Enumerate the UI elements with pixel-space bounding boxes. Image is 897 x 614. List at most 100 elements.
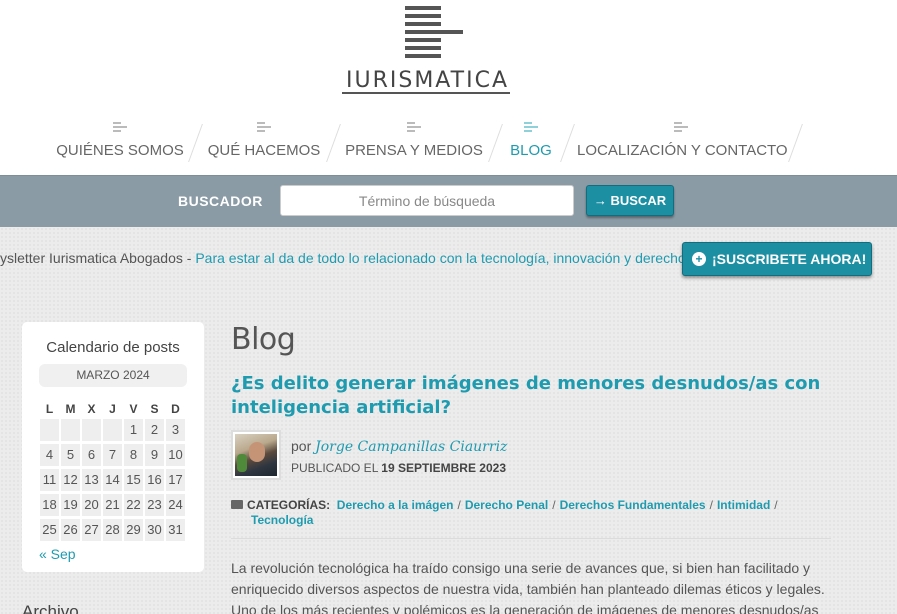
newsletter-link[interactable]: Para estar al da de todo lo relacionado … (195, 250, 685, 266)
category-link[interactable]: Derecho Penal (465, 498, 548, 512)
site-header: IURISMATICA QUIÉNES SOMOS QUÉ HACEMOS PR… (0, 0, 897, 175)
calendar-day (40, 419, 59, 441)
newsletter-text: ysletter Iurismatica Abogados - Para est… (0, 250, 686, 266)
calendar-weekday: D (171, 402, 180, 416)
calendar-day: 1 (124, 419, 143, 441)
subscribe-label: ¡SUSCRIBETE AHORA! (712, 251, 867, 267)
category-link[interactable]: Intimidad (717, 498, 770, 512)
calendar-day: 17 (166, 469, 185, 491)
calendar-day: 16 (145, 469, 164, 491)
author-link[interactable]: Jorge Campanillas Ciaurriz (315, 439, 507, 455)
published-date: 19 SEPTIEMBRE 2023 (381, 461, 506, 475)
category-separator: / (457, 498, 461, 512)
category-separator: / (774, 498, 778, 512)
search-label: BUSCADOR (178, 193, 263, 209)
menu-lines-icon (257, 122, 271, 134)
calendar-weekday: V (129, 402, 138, 416)
calendar-day (103, 419, 122, 441)
calendar-day: 9 (145, 444, 164, 466)
published-label: PUBLICADO EL (291, 461, 378, 475)
calendar-day: 8 (124, 444, 143, 466)
menu-lines-icon (407, 122, 421, 134)
subscribe-button[interactable]: + ¡SUSCRIBETE AHORA! (682, 242, 872, 276)
calendar-day: 28 (103, 519, 122, 541)
calendar-day: 15 (124, 469, 143, 491)
menu-lines-icon (674, 122, 688, 134)
logo-rule (342, 92, 510, 94)
calendar-day: 6 (82, 444, 101, 466)
page-title: Blog (231, 322, 296, 357)
calendar-day (82, 419, 101, 441)
post-byline: por Jorge Campanillas Ciaurriz (291, 438, 507, 455)
nav-label: QUIÉNES SOMOS (56, 142, 184, 159)
calendar-prev-link[interactable]: « Sep (39, 546, 76, 562)
calendar-day: 7 (103, 444, 122, 466)
calendar-day: 31 (166, 519, 185, 541)
calendar-weekday: S (150, 402, 159, 416)
nav-divider (326, 124, 341, 162)
menu-lines-icon (113, 122, 127, 134)
calendar-widget: Calendario de posts MARZO 2024 LMXJVSD12… (22, 322, 204, 572)
calendar-day: 4 (40, 444, 59, 466)
search-input[interactable] (280, 185, 574, 216)
archive-title: Archivo (22, 602, 79, 614)
calendar-day: 26 (61, 519, 80, 541)
calendar-day: 19 (61, 494, 80, 516)
calendar-day: 24 (166, 494, 185, 516)
search-band: BUSCADOR → BUSCAR (0, 175, 897, 227)
calendar-day: 18 (40, 494, 59, 516)
nav-label: PRENSA Y MEDIOS (345, 142, 483, 159)
post-categories: CATEGORÍAS: Derecho a la imágen / Derecho … (231, 498, 831, 528)
nav-item-prensa-y-medios[interactable]: PRENSA Y MEDIOS (343, 118, 485, 168)
calendar-day: 3 (166, 419, 185, 441)
nav-divider (560, 124, 575, 162)
post-date: PUBLICADO EL 19 SEPTIEMBRE 2023 (291, 461, 506, 475)
logo-text: IURISMATICA (346, 68, 509, 93)
calendar-day: 30 (145, 519, 164, 541)
site-logo[interactable]: IURISMATICA (340, 6, 515, 96)
newsletter-separator: - (182, 250, 196, 266)
categories-label: CATEGORÍAS: (247, 498, 331, 512)
calendar-month: MARZO 2024 (39, 364, 187, 387)
author-avatar[interactable] (231, 430, 281, 480)
calendar-day: 11 (40, 469, 59, 491)
calendar-day: 12 (61, 469, 80, 491)
calendar-day: 23 (145, 494, 164, 516)
calendar-day: 25 (40, 519, 59, 541)
category-separator: / (552, 498, 556, 512)
folder-icon (231, 500, 243, 509)
calendar-day: 27 (82, 519, 101, 541)
calendar-day: 20 (82, 494, 101, 516)
newsletter-lead: ysletter Iurismatica Abogados (0, 250, 183, 266)
post-body: La revolución tecnológica ha traído cons… (231, 560, 825, 614)
calendar-weekday: L (45, 402, 54, 416)
calendar-day: 14 (103, 469, 122, 491)
category-link[interactable]: Derechos Fundamentales (560, 498, 706, 512)
nav-item-blog[interactable]: BLOG (505, 118, 557, 168)
category-link[interactable]: Derecho a la imágen (337, 498, 454, 512)
plant-shape (237, 454, 247, 472)
nav-item-que-hacemos[interactable]: QUÉ HACEMOS (205, 118, 323, 168)
nav-item-localizacion-contacto[interactable]: LOCALIZACIÓN Y CONTACTO (577, 118, 788, 168)
by-label: por (291, 438, 312, 454)
nav-item-quienes-somos[interactable]: QUIÉNES SOMOS (55, 118, 185, 168)
author-photo (235, 434, 277, 476)
calendar-day: 2 (145, 419, 164, 441)
nav-label: QUÉ HACEMOS (207, 142, 321, 159)
search-button[interactable]: → BUSCAR (586, 185, 674, 216)
calendar-day: 13 (82, 469, 101, 491)
nav-label: BLOG (510, 142, 552, 159)
calendar-day (61, 419, 80, 441)
category-link[interactable]: Tecnología (251, 513, 313, 527)
calendar-title: Calendario de posts (46, 339, 180, 356)
calendar-day: 5 (61, 444, 80, 466)
newsletter-bar: ysletter Iurismatica Abogados - Para est… (0, 242, 897, 276)
nav-divider (788, 124, 803, 162)
post-title[interactable]: ¿Es delito generar imágenes de menores d… (231, 372, 831, 420)
nav-divider (188, 124, 203, 162)
main-nav: QUIÉNES SOMOS QUÉ HACEMOS PRENSA Y MEDIO… (0, 118, 897, 168)
calendar-day: 22 (124, 494, 143, 516)
plus-circle-icon: + (692, 252, 706, 266)
calendar-day: 10 (166, 444, 185, 466)
face-shape (249, 442, 265, 462)
